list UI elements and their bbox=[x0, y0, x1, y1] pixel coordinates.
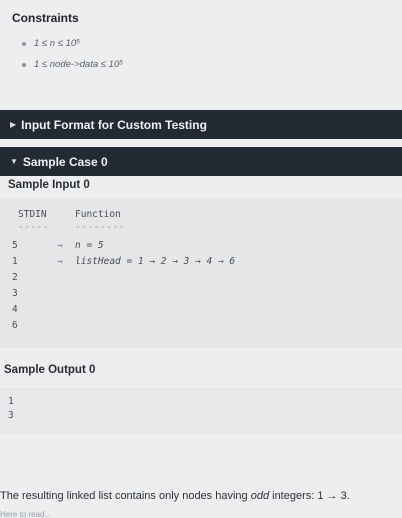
explanation-prefix: The resulting linked list contains only … bbox=[0, 490, 251, 502]
arrow-icon: → bbox=[57, 240, 63, 251]
stdin-value: 5 bbox=[12, 240, 18, 251]
constraint-n: 1 ≤ n ≤ 10⁵ bbox=[21, 38, 123, 59]
function-header: Function bbox=[75, 209, 121, 220]
function-line-n: n = 5 bbox=[75, 240, 104, 251]
stdin-value: 2 bbox=[12, 272, 18, 283]
arrow-icon: → bbox=[57, 256, 63, 267]
triangle-down-icon: ▼ bbox=[10, 157, 18, 166]
output-value: 3 bbox=[8, 410, 14, 421]
function-line-listhead: listHead = 1 → 2 → 3 → 4 → 6 bbox=[75, 256, 236, 267]
explanation-emphasis: odd bbox=[250, 490, 270, 502]
explanation-text: The resulting linked list contains only … bbox=[0, 490, 402, 502]
sample-input-block: STDIN Function ----- -------- 5 1 2 3 4 … bbox=[0, 198, 402, 348]
sample-case-toggle[interactable]: ▼ Sample Case 0 bbox=[0, 147, 402, 176]
stdin-value: 1 bbox=[12, 256, 18, 267]
constraint-node-data: 1 ≤ node->data ≤ 10⁵ bbox=[21, 59, 123, 80]
sample-output-label: Sample Output 0 bbox=[4, 364, 96, 376]
input-format-label: Input Format for Custom Testing bbox=[21, 117, 207, 132]
function-divider: -------- bbox=[75, 222, 125, 233]
stdin-divider: ----- bbox=[18, 222, 50, 233]
explanation-suffix: integers: 1 → 3. bbox=[269, 490, 350, 502]
constraints-title: Constraints bbox=[12, 11, 79, 25]
stdin-header: STDIN bbox=[18, 209, 47, 220]
sample-case-label: Sample Case 0 bbox=[22, 154, 108, 169]
constraints-list: 1 ≤ n ≤ 10⁵ 1 ≤ node->data ≤ 10⁵ bbox=[21, 38, 123, 80]
sample-input-label: Sample Input 0 bbox=[8, 179, 90, 191]
output-value: 1 bbox=[8, 396, 14, 407]
stdin-value: 6 bbox=[12, 320, 18, 331]
input-format-toggle[interactable]: ▶ Input Format for Custom Testing bbox=[0, 110, 402, 139]
triangle-right-icon: ▶ bbox=[10, 120, 17, 129]
cutoff-text: Here to read... bbox=[0, 510, 52, 518]
sample-output-block: 1 3 bbox=[0, 388, 402, 433]
stdin-value: 4 bbox=[12, 304, 18, 315]
stdin-value: 3 bbox=[12, 288, 18, 299]
